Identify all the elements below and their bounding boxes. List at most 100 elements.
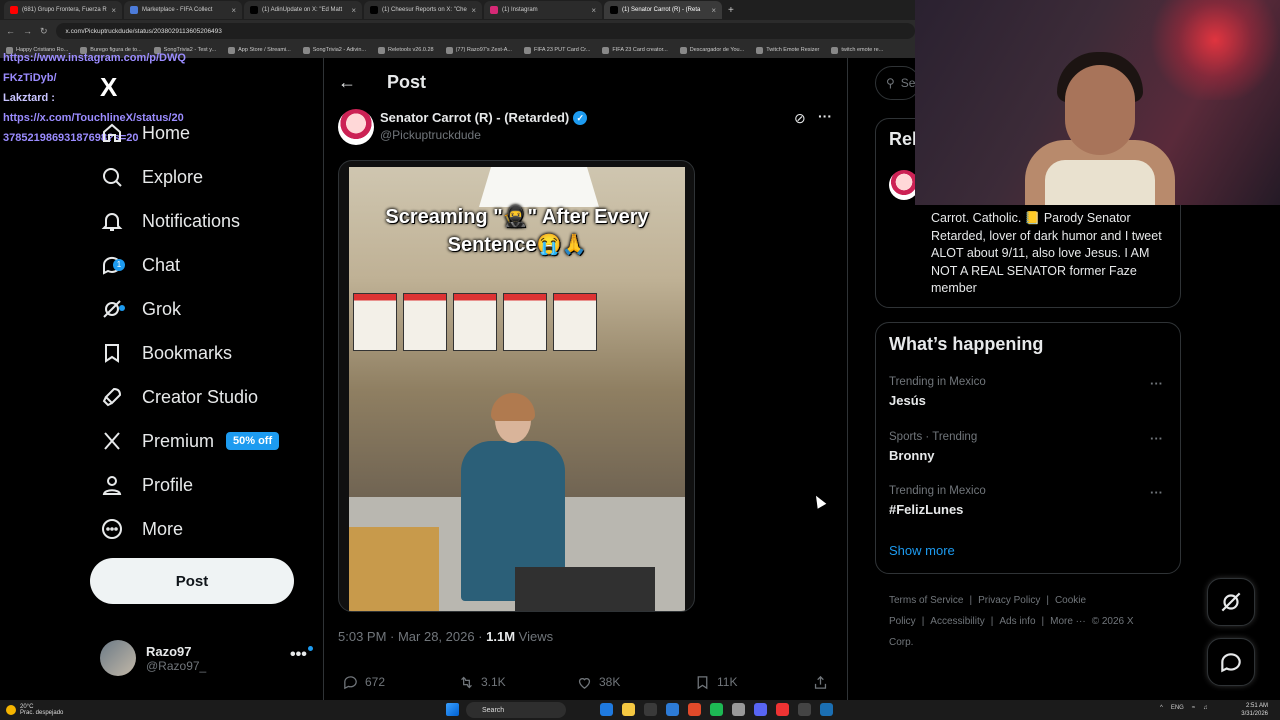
browser-tab[interactable]: (1) Cheesur Reports on X: "Che × bbox=[364, 1, 482, 19]
browser-tab[interactable]: (1) Instagram × bbox=[484, 1, 602, 19]
back-nav-icon[interactable]: ← bbox=[6, 26, 15, 36]
wifi-icon[interactable]: ≈ bbox=[1192, 705, 1195, 711]
author-avatar[interactable] bbox=[338, 109, 374, 145]
nav-item-explore[interactable]: Explore bbox=[100, 157, 203, 197]
trend-more-icon[interactable]: ··· bbox=[1150, 376, 1163, 391]
browser-tab[interactable]: (1) AdinUpdate on X: "Ed Matt × bbox=[244, 1, 362, 19]
bookmark-item[interactable]: App Store / Streami... bbox=[228, 46, 291, 54]
author-name[interactable]: Senator Carrot (R) - (Retarded) ✓ bbox=[380, 110, 588, 125]
bookmark-label: FIFA 23 PUT Card Cr... bbox=[533, 47, 591, 53]
footer-link[interactable]: Terms of Service bbox=[889, 595, 963, 606]
nav-item-profile[interactable]: Profile bbox=[100, 465, 193, 505]
reply-button[interactable]: 672 bbox=[342, 674, 385, 690]
grok-icon[interactable]: ⊘ bbox=[794, 110, 806, 127]
close-icon[interactable]: × bbox=[231, 6, 236, 15]
bookmark-item[interactable]: (77) Razo97's Zest-A... bbox=[445, 46, 512, 54]
footer-link[interactable]: Privacy Policy bbox=[978, 595, 1040, 606]
system-tray[interactable]: ^ ENG ≈ ♫ bbox=[1160, 705, 1208, 711]
browser-tab[interactable]: Marketplace - FIFA Collect × bbox=[124, 1, 242, 19]
trend-name[interactable]: Jesús bbox=[889, 393, 926, 408]
file-explorer-icon[interactable] bbox=[622, 703, 635, 716]
author-handle[interactable]: @Pickuptruckdude bbox=[380, 128, 481, 142]
footer-link[interactable]: Accessibility bbox=[930, 616, 984, 627]
trend-name[interactable]: #FelizLunes bbox=[889, 502, 963, 517]
close-icon[interactable]: × bbox=[591, 6, 596, 15]
steam-icon[interactable] bbox=[820, 703, 833, 716]
bookmark-item[interactable]: Descargador de You... bbox=[679, 46, 744, 54]
taskbar-clock[interactable]: 2:51 AM 3/31/2026 bbox=[1241, 702, 1268, 718]
mail-icon[interactable] bbox=[666, 703, 679, 716]
bookmark-item[interactable]: Twitch Emote Resizer bbox=[756, 46, 819, 54]
timestamp-text[interactable]: 5:03 PM · Mar 28, 2026 · bbox=[338, 629, 483, 644]
nav-item-grok[interactable]: Grok bbox=[100, 289, 181, 329]
nav-item-more[interactable]: More bbox=[100, 509, 183, 549]
close-icon[interactable]: × bbox=[351, 6, 356, 15]
footer-link[interactable]: Ads info bbox=[999, 616, 1035, 627]
bookmark-item[interactable]: twitch emote re... bbox=[831, 46, 883, 54]
settings-icon[interactable] bbox=[732, 703, 745, 716]
trend-more-icon[interactable]: ··· bbox=[1150, 485, 1163, 500]
bookmark-favicon bbox=[302, 46, 310, 54]
account-switcher[interactable]: Razo97 @Razo97_ ••• bbox=[100, 638, 315, 678]
windows-start-icon[interactable] bbox=[446, 703, 459, 716]
bookmark-button[interactable]: 11K bbox=[694, 674, 737, 690]
browser-tab[interactable]: (1) Senator Carrot (R) - (Reta × bbox=[604, 1, 722, 19]
discord-icon[interactable] bbox=[754, 703, 767, 716]
bookmark-item[interactable]: SongTrivia2 - Adivin... bbox=[302, 46, 366, 54]
store-icon[interactable] bbox=[644, 703, 657, 716]
lang-indicator[interactable]: ENG bbox=[1171, 705, 1184, 711]
chat-bubble-icon bbox=[1221, 653, 1241, 673]
obs-icon[interactable] bbox=[798, 703, 811, 716]
close-icon[interactable]: × bbox=[471, 6, 476, 15]
new-tab-icon[interactable]: + bbox=[728, 5, 734, 16]
nav-item-chat[interactable]: 1 Chat bbox=[100, 245, 180, 285]
forward-nav-icon[interactable]: → bbox=[23, 26, 32, 36]
nav-item-premium[interactable]: Premium 50% off bbox=[100, 421, 280, 461]
trend-more-icon[interactable]: ··· bbox=[1150, 431, 1163, 446]
bookmark-item[interactable]: Reletools v26.0.28 bbox=[378, 46, 434, 54]
media-icon[interactable] bbox=[776, 703, 789, 716]
nav-label: Home bbox=[142, 122, 191, 143]
bookmark-item[interactable]: FIFA 23 Card creator... bbox=[602, 46, 668, 54]
profile-bio: Carrot. Catholic. 📒 Parody Senator Retar… bbox=[931, 211, 1162, 295]
search-input[interactable]: ⚲ Se bbox=[875, 66, 920, 100]
post-video[interactable]: Screaming "🥷" After Every Sentence😭🙏 bbox=[338, 160, 695, 612]
grok-fab[interactable] bbox=[1207, 578, 1255, 626]
trend-name[interactable]: Bronny bbox=[889, 448, 935, 463]
nav-label: Grok bbox=[142, 298, 182, 319]
nav-item-home[interactable]: Home bbox=[100, 113, 190, 153]
chevron-up-icon[interactable]: ^ bbox=[1160, 705, 1163, 711]
show-more-link[interactable]: Show more bbox=[889, 543, 955, 558]
bookmark-item[interactable]: FIFA 23 PUT Card Cr... bbox=[523, 46, 591, 54]
tab-title: (1) Cheesur Reports on X: "Che bbox=[382, 7, 467, 13]
account-more-icon[interactable]: ••• bbox=[290, 646, 313, 664]
search-icon: ⚲ bbox=[886, 76, 895, 90]
volume-icon[interactable]: ♫ bbox=[1203, 705, 1208, 711]
repost-button[interactable]: 3.1K bbox=[458, 674, 506, 690]
nav-item-bookmarks[interactable]: Bookmarks bbox=[100, 333, 232, 373]
spotify-icon[interactable] bbox=[710, 703, 723, 716]
nav-item-notifications[interactable]: Notifications bbox=[100, 201, 240, 241]
url-field[interactable]: x.com/Pickuptruckdude/status/20380291136… bbox=[55, 23, 915, 39]
back-arrow-icon[interactable]: ← bbox=[338, 72, 356, 93]
share-button[interactable] bbox=[812, 674, 829, 690]
browser-tab-bar: (681) Grupo Frontera, Fuerza R × Marketpla… bbox=[0, 0, 915, 20]
like-button[interactable]: 38K bbox=[576, 674, 620, 690]
more-options-icon[interactable]: ··· bbox=[818, 108, 832, 124]
bookmark-favicon bbox=[378, 46, 386, 54]
taskbar-search[interactable]: Search bbox=[466, 702, 566, 718]
nav-item-creator-studio[interactable]: Creator Studio bbox=[100, 377, 258, 417]
post-button[interactable]: Post bbox=[90, 558, 294, 604]
nav-label: Chat bbox=[142, 254, 181, 275]
weather-widget[interactable]: 20°C Prac. despejado bbox=[6, 704, 63, 716]
browser-tab[interactable]: (681) Grupo Frontera, Fuerza R × bbox=[4, 1, 122, 19]
close-icon[interactable]: × bbox=[111, 6, 116, 15]
chat-fab[interactable] bbox=[1207, 638, 1255, 686]
chrome-icon[interactable] bbox=[688, 703, 701, 716]
footer-link[interactable]: More ··· bbox=[1050, 616, 1086, 627]
reload-icon[interactable]: ↻ bbox=[40, 26, 48, 37]
edge-icon[interactable] bbox=[600, 703, 613, 716]
bookmark-favicon bbox=[679, 46, 687, 54]
close-icon[interactable]: × bbox=[711, 6, 716, 15]
x-logo[interactable]: X bbox=[100, 72, 117, 103]
